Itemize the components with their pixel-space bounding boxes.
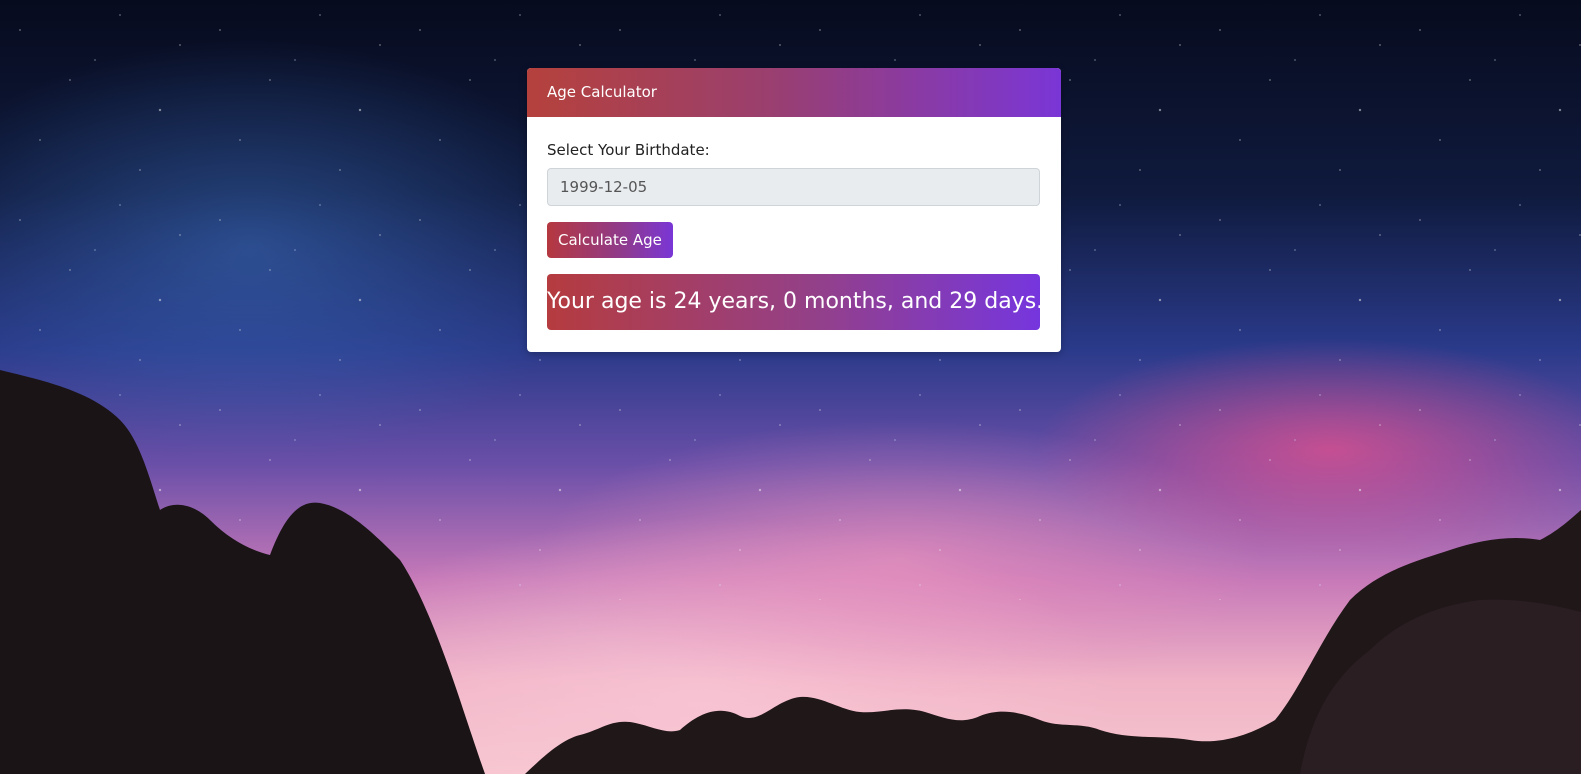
age-result: Your age is 24 years, 0 months, and 29 d… bbox=[547, 274, 1043, 330]
card-title: Age Calculator bbox=[547, 83, 657, 101]
card-body: Select Your Birthdate: Calculate Age You… bbox=[527, 117, 1061, 352]
birthdate-input[interactable] bbox=[547, 168, 1040, 206]
age-calculator-card: Age Calculator Select Your Birthdate: Ca… bbox=[527, 68, 1061, 352]
card-header: Age Calculator bbox=[527, 68, 1061, 117]
birthdate-label: Select Your Birthdate: bbox=[547, 141, 710, 159]
calculate-age-button[interactable]: Calculate Age bbox=[547, 222, 673, 258]
